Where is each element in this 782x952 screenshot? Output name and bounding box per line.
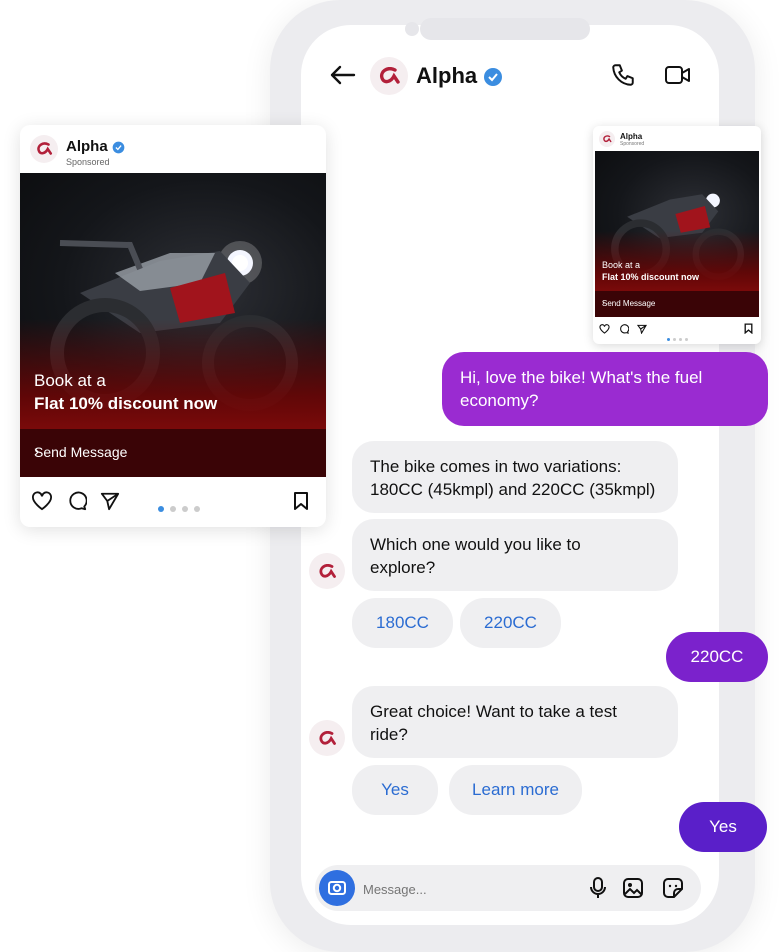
contact-name: Alpha: [416, 63, 503, 89]
message-input[interactable]: [361, 875, 575, 903]
bot-message-3: Great choice! Want to take a test ride?: [352, 686, 678, 758]
quick-reply-learn-more[interactable]: Learn more: [449, 765, 582, 815]
quick-reply-yes-label: Yes: [381, 780, 409, 799]
heart-icon[interactable]: [31, 491, 53, 511]
mini-sponsored-label: Sponsored: [620, 141, 645, 147]
mini-headline-line2: Flat 10% discount now: [602, 272, 700, 282]
sponsored-ad-card[interactable]: Alpha Sponsored Book at a Flat 10% disco…: [20, 125, 326, 527]
motorcycle-image: Book at a Flat 10% discount now: [20, 173, 326, 429]
alpha-avatar[interactable]: [370, 57, 408, 95]
mini-headline-line1: Book at a: [602, 260, 641, 270]
shared-ad-card[interactable]: Alpha Sponsored Book at a Flat 10% disco…: [593, 126, 761, 344]
user-message-2-text: 220CC: [690, 647, 744, 666]
verified-badge-icon: [484, 68, 503, 87]
user-message-3: Yes: [679, 802, 767, 852]
sticker-icon[interactable]: [662, 877, 684, 899]
alpha-logo-icon: [319, 730, 336, 745]
chevron-right-icon: ›: [34, 443, 40, 460]
bot-message-2-text: Which one would you like to explore?: [370, 535, 581, 577]
heart-icon[interactable]: [599, 324, 610, 334]
bot-message-3-text: Great choice! Want to take a test ride?: [370, 702, 617, 744]
ad-brand-name: Alpha: [66, 138, 125, 155]
bookmark-icon[interactable]: [744, 323, 753, 334]
alpha-logo-icon: [37, 142, 53, 155]
quick-reply-learn-more-label: Learn more: [472, 780, 559, 799]
mini-brand-name: Alpha: [620, 132, 643, 141]
carousel-dots: [158, 499, 206, 517]
bot-message-1-text: The bike comes in two variations: 180CC …: [370, 457, 656, 499]
phone-notch: [405, 18, 590, 40]
ad-card-actions: [20, 477, 326, 527]
bot-message-2: Which one would you like to explore?: [352, 519, 678, 591]
chat-header: Alpha: [320, 55, 720, 100]
bot-message-1: The bike comes in two variations: 180CC …: [352, 441, 678, 513]
quick-reply-180cc[interactable]: 180CC: [352, 598, 453, 648]
back-arrow-icon[interactable]: [326, 59, 358, 91]
comment-icon[interactable]: [619, 324, 629, 334]
ad-headline-line1: Book at a: [34, 371, 106, 390]
quick-reply-220cc-label: 220CC: [484, 613, 537, 632]
alpha-logo-icon: [379, 67, 400, 84]
gallery-icon[interactable]: [622, 877, 644, 899]
camera-icon: [328, 881, 346, 895]
share-icon[interactable]: [100, 491, 120, 511]
contact-name-text: Alpha: [416, 63, 478, 88]
ad-headline: Book at a Flat 10% discount now: [34, 369, 217, 415]
user-message-3-text: Yes: [709, 817, 737, 836]
verified-badge-icon: [112, 141, 125, 153]
mini-card-actions: [593, 317, 761, 344]
user-message-1: Hi, love the bike! What's the fuel econo…: [442, 352, 768, 426]
quick-reply-180cc-label: 180CC: [376, 613, 429, 632]
bot-avatar: [309, 553, 345, 589]
comment-icon[interactable]: [67, 491, 87, 511]
ad-avatar: [30, 135, 58, 163]
bookmark-icon[interactable]: [293, 491, 309, 511]
share-icon[interactable]: [637, 324, 647, 334]
send-message-cta[interactable]: Send Message ›: [20, 429, 326, 477]
ad-card-header: Alpha Sponsored: [20, 125, 326, 173]
mini-send-message-cta[interactable]: Send Message ›: [595, 291, 759, 317]
user-message-1-text: Hi, love the bike! What's the fuel econo…: [460, 368, 703, 410]
alpha-logo-icon: [603, 135, 612, 143]
ad-headline-line2: Flat 10% discount now: [34, 394, 218, 413]
microphone-icon[interactable]: [589, 876, 607, 900]
camera-button[interactable]: [319, 870, 355, 906]
mini-avatar: [599, 131, 615, 147]
quick-reply-220cc[interactable]: 220CC: [460, 598, 561, 648]
message-composer: [315, 865, 701, 911]
chevron-right-icon: ›: [602, 298, 605, 307]
user-message-2: 220CC: [666, 632, 768, 682]
quick-reply-yes[interactable]: Yes: [352, 765, 438, 815]
sponsored-label: Sponsored: [66, 157, 110, 167]
mini-headline: Book at a Flat 10% discount now: [602, 259, 699, 283]
bot-avatar: [309, 720, 345, 756]
mini-carousel-dots: [667, 328, 688, 344]
alpha-logo-icon: [319, 563, 336, 578]
phone-call-icon[interactable]: [610, 62, 636, 88]
video-call-icon[interactable]: [664, 64, 692, 86]
